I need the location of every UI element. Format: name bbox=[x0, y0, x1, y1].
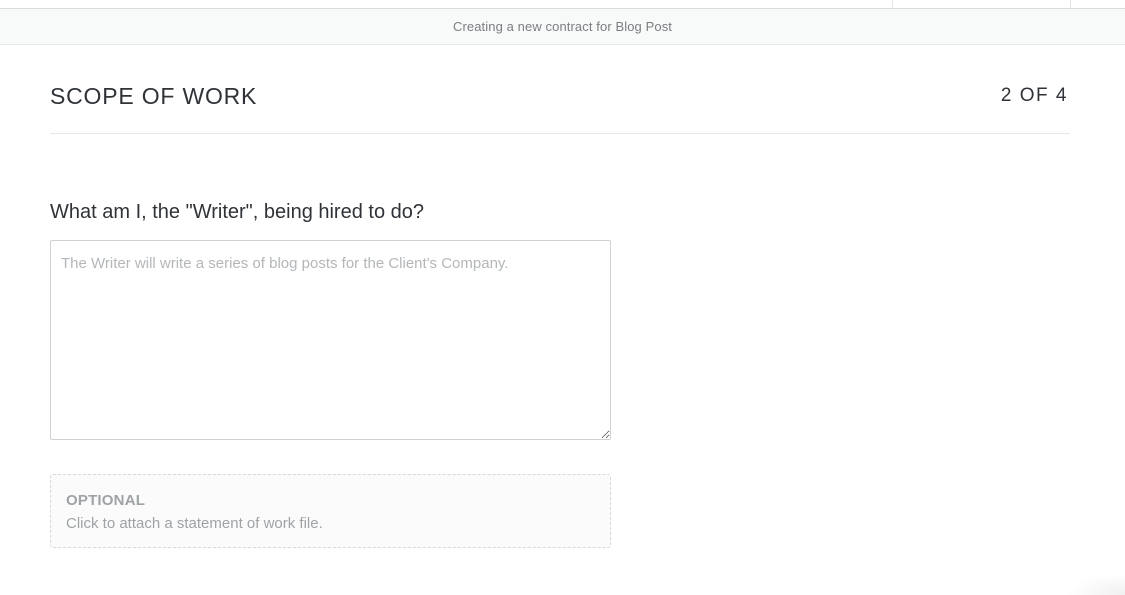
corner-shadow bbox=[1065, 573, 1125, 595]
attach-statement-of-work-dropzone[interactable]: OPTIONAL Click to attach a statement of … bbox=[50, 474, 611, 548]
section-header: SCOPE OF WORK 2 OF 4 bbox=[50, 80, 1070, 134]
step-indicator: 2 OF 4 bbox=[1000, 85, 1068, 106]
optional-label: OPTIONAL bbox=[66, 492, 146, 509]
nav-divider bbox=[892, 0, 893, 8]
scope-question-label: What am I, the "Writer", being hired to … bbox=[50, 201, 425, 223]
nav-divider bbox=[1070, 0, 1071, 8]
top-navigation-bar bbox=[0, 0, 1125, 9]
attach-file-text: Click to attach a statement of work file… bbox=[66, 515, 323, 532]
scope-of-work-textarea[interactable] bbox=[50, 240, 611, 440]
section-title: SCOPE OF WORK bbox=[50, 83, 258, 109]
contract-status-text: Creating a new contract for Blog Post bbox=[452, 19, 673, 34]
contract-status-bar: Creating a new contract for Blog Post bbox=[0, 9, 1125, 45]
